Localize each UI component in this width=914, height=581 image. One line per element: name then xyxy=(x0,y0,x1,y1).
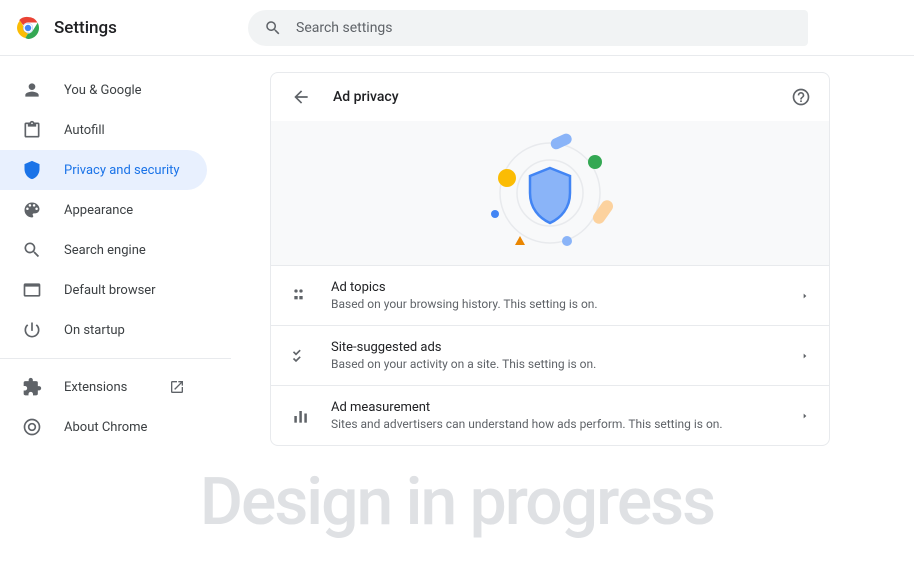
search-container[interactable] xyxy=(248,10,808,46)
sidebar-item-label: Privacy and security xyxy=(64,163,185,178)
sidebar: You & Google Autofill Privacy and securi… xyxy=(0,56,232,581)
sidebar-item-label: Appearance xyxy=(64,203,185,218)
row-text: Ad measurement Sites and advertisers can… xyxy=(331,400,781,431)
header-left: Settings xyxy=(16,16,248,40)
divider xyxy=(0,358,231,359)
search-input[interactable] xyxy=(296,20,792,36)
hero-illustration xyxy=(271,121,829,266)
sidebar-item-privacy-security[interactable]: Privacy and security xyxy=(0,150,207,190)
sidebar-item-label: Search engine xyxy=(64,243,185,258)
sidebar-item-label: On startup xyxy=(64,323,185,338)
chrome-logo-icon xyxy=(16,16,40,40)
search-icon xyxy=(22,240,42,260)
row-text: Ad topics Based on your browsing history… xyxy=(331,280,781,311)
settings-card: Ad privacy xyxy=(270,72,830,446)
browser-icon xyxy=(22,280,42,300)
sidebar-item-appearance[interactable]: Appearance xyxy=(0,190,207,230)
sidebar-item-on-startup[interactable]: On startup xyxy=(0,310,207,350)
chevron-right-icon xyxy=(801,352,809,360)
sidebar-item-label: You & Google xyxy=(64,83,185,98)
person-icon xyxy=(22,80,42,100)
card-header: Ad privacy xyxy=(271,73,829,121)
card-title: Ad privacy xyxy=(333,89,399,105)
extension-icon xyxy=(22,377,42,397)
row-subtitle: Sites and advertisers can understand how… xyxy=(331,417,781,431)
sidebar-item-extensions[interactable]: Extensions xyxy=(0,367,207,407)
launch-icon xyxy=(169,379,185,395)
sidebar-item-label: Autofill xyxy=(64,123,185,138)
page-title: Settings xyxy=(54,18,117,38)
app-header: Settings xyxy=(0,0,914,56)
shield-icon xyxy=(22,160,42,180)
row-site-suggested-ads[interactable]: Site-suggested ads Based on your activit… xyxy=(271,326,829,386)
chrome-outline-icon xyxy=(22,417,42,437)
sidebar-item-label: Extensions xyxy=(64,380,147,395)
sidebar-item-autofill[interactable]: Autofill xyxy=(0,110,207,150)
sidebar-item-search-engine[interactable]: Search engine xyxy=(0,230,207,270)
sidebar-item-label: Default browser xyxy=(64,283,185,298)
row-title: Ad measurement xyxy=(331,400,781,415)
checklist-icon xyxy=(291,346,311,366)
palette-icon xyxy=(22,200,42,220)
row-text: Site-suggested ads Based on your activit… xyxy=(331,340,781,371)
row-ad-topics[interactable]: Ad topics Based on your browsing history… xyxy=(271,266,829,326)
row-subtitle: Based on your browsing history. This set… xyxy=(331,297,781,311)
main-content: Ad privacy xyxy=(232,56,914,581)
power-icon xyxy=(22,320,42,340)
sidebar-item-default-browser[interactable]: Default browser xyxy=(0,270,207,310)
bar-chart-icon xyxy=(291,406,311,426)
sidebar-item-you-and-google[interactable]: You & Google xyxy=(0,70,207,110)
sidebar-item-about-chrome[interactable]: About Chrome xyxy=(0,407,207,447)
sidebar-item-label: About Chrome xyxy=(64,420,185,435)
chevron-right-icon xyxy=(801,412,809,420)
row-subtitle: Based on your activity on a site. This s… xyxy=(331,357,781,371)
clipboard-icon xyxy=(22,120,42,140)
topics-icon xyxy=(291,286,311,306)
help-button[interactable] xyxy=(791,87,811,107)
row-title: Ad topics xyxy=(331,280,781,295)
back-button[interactable] xyxy=(291,87,311,107)
chevron-right-icon xyxy=(801,292,809,300)
row-title: Site-suggested ads xyxy=(331,340,781,355)
search-icon xyxy=(264,19,282,37)
row-ad-measurement[interactable]: Ad measurement Sites and advertisers can… xyxy=(271,386,829,445)
